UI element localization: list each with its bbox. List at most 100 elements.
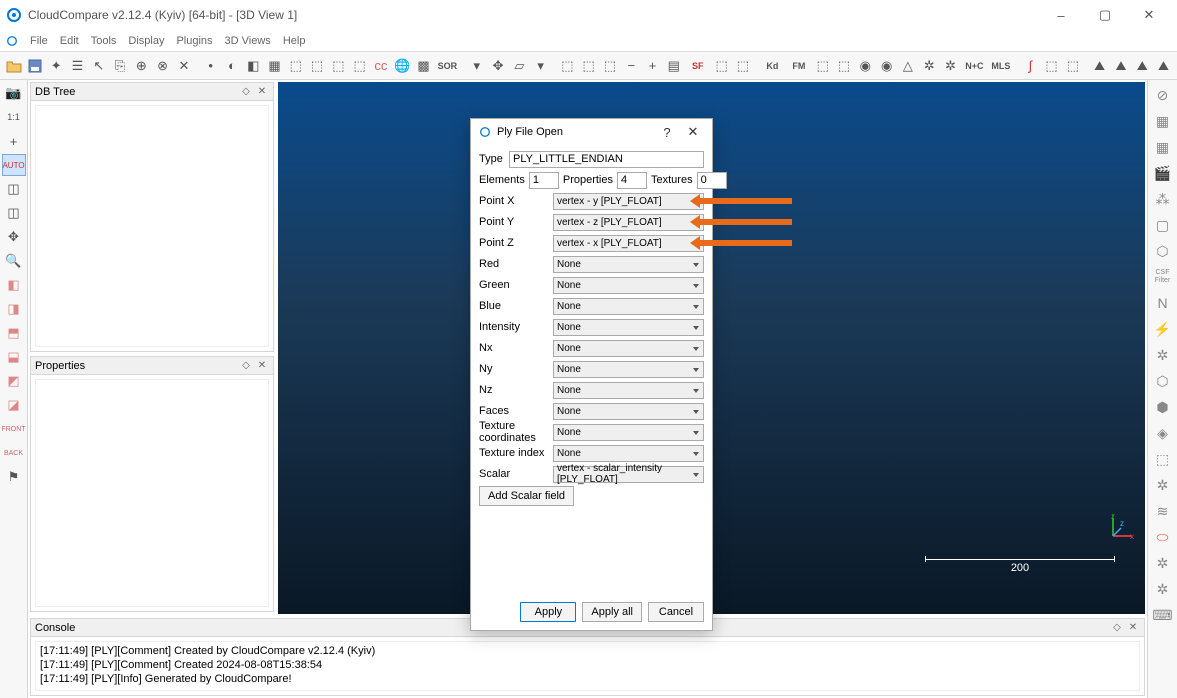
dialog-help-button[interactable]: ? (654, 119, 680, 145)
field-select[interactable]: None (553, 256, 704, 273)
translate-icon[interactable]: ✥ (2, 226, 26, 248)
calc-icon[interactable]: ▤ (664, 55, 683, 77)
nosign-icon[interactable]: ⊘ (1151, 84, 1175, 106)
field-select[interactable]: vertex - z [PLY_FLOAT] (553, 214, 704, 231)
panel-float-icon[interactable]: ◇ (239, 359, 253, 373)
sq-a-icon[interactable]: ▦ (1151, 110, 1175, 132)
move-icon[interactable]: ✥ (488, 55, 507, 77)
sphere-a-icon[interactable]: ◉ (856, 55, 875, 77)
csf-button[interactable]: CSF Filter (1151, 266, 1175, 288)
curve-icon[interactable]: ⬚ (1042, 55, 1061, 77)
field-select[interactable]: None (553, 403, 704, 420)
sf-display-icon[interactable]: ▦ (265, 55, 284, 77)
tool-d-icon[interactable]: ⬚ (350, 55, 369, 77)
terrain-b-icon[interactable]: ⛰ (1111, 55, 1130, 77)
globe-icon[interactable]: 🌐 (393, 55, 412, 77)
side-f-icon[interactable]: ◪ (2, 394, 26, 416)
shield-icon[interactable]: ⬡ (1151, 240, 1175, 262)
bug-b-icon[interactable]: ✲ (1151, 578, 1175, 600)
menu-file[interactable]: File (24, 35, 54, 47)
side-c-icon[interactable]: ⬒ (2, 322, 26, 344)
front-icon[interactable]: FRONT (2, 418, 26, 440)
field-select[interactable]: None (553, 445, 704, 462)
layers-icon[interactable]: ≋ (1151, 500, 1175, 522)
apply-all-button[interactable]: Apply all (582, 602, 642, 622)
path-icon[interactable]: ∫ (1021, 55, 1040, 77)
dialog-close-button[interactable]: ✕ (680, 119, 706, 145)
field-select[interactable]: None (553, 361, 704, 378)
keyboard-icon[interactable]: ⌨ (1151, 604, 1175, 626)
one-to-one-icon[interactable]: 1:1 (2, 106, 26, 128)
class-a-icon[interactable]: ⬚ (712, 55, 731, 77)
tool-icon[interactable]: ✦ (47, 55, 66, 77)
panel-float-icon[interactable]: ◇ (1110, 621, 1124, 635)
sq-c-icon[interactable]: ▢ (1151, 214, 1175, 236)
type-input[interactable] (509, 151, 704, 168)
field-select[interactable]: vertex - scalar_intensity [PLY_FLOAT] (553, 466, 704, 483)
mls-button[interactable]: MLS (989, 55, 1014, 77)
dbtree-body[interactable] (35, 105, 269, 347)
color-icon[interactable]: ◐ (222, 55, 241, 77)
field-select[interactable]: vertex - x [PLY_FLOAT] (553, 235, 704, 252)
field-select[interactable]: None (553, 424, 704, 441)
camera-icon[interactable]: 📷 (2, 82, 26, 104)
maximize-button[interactable]: ▢ (1083, 1, 1127, 29)
subsample-icon[interactable]: ⊗ (153, 55, 172, 77)
point-icon[interactable]: • (201, 55, 220, 77)
tool-r1-icon[interactable]: ⬚ (1151, 448, 1175, 470)
apply-button[interactable]: Apply (520, 602, 576, 622)
gear-b-icon[interactable]: ✲ (941, 55, 960, 77)
arrow-icon[interactable]: ▾ (531, 55, 550, 77)
list-icon[interactable]: ☰ (68, 55, 87, 77)
field-select[interactable]: vertex - y [PLY_FLOAT] (553, 193, 704, 210)
field-select[interactable]: None (553, 319, 704, 336)
properties-body[interactable] (35, 379, 269, 607)
side-e-icon[interactable]: ◩ (2, 370, 26, 392)
chart-icon[interactable]: ⬚ (558, 55, 577, 77)
terrain-c-icon[interactable]: ⛰ (1133, 55, 1152, 77)
sphere-b-icon[interactable]: ◉ (877, 55, 896, 77)
mesh-r-icon[interactable]: ✲ (1151, 344, 1175, 366)
close-button[interactable]: ✕ (1127, 1, 1171, 29)
open-icon[interactable] (4, 55, 23, 77)
bolt-icon[interactable]: ⚡ (1151, 318, 1175, 340)
proj-icon[interactable]: ⬚ (834, 55, 853, 77)
sf-button[interactable]: SF (685, 55, 710, 77)
delete-icon[interactable]: ✕ (174, 55, 193, 77)
zoom-icon[interactable]: 🔍 (2, 250, 26, 272)
add-scalar-button[interactable]: Add Scalar field (479, 486, 574, 506)
ellipse-icon[interactable]: ⬭ (1151, 526, 1175, 548)
console-body[interactable]: [17:11:49] [PLY][Comment] Created by Clo… (35, 641, 1140, 691)
cc-icon[interactable]: cc (371, 55, 390, 77)
panel-float-icon[interactable]: ◇ (239, 85, 253, 99)
pick-icon[interactable]: ↖ (89, 55, 108, 77)
tool-c-icon[interactable]: ⬚ (329, 55, 348, 77)
back-icon[interactable]: BACK (2, 442, 26, 464)
cube-a-icon[interactable]: ◫ (2, 178, 26, 200)
tool-b-icon[interactable]: ⬚ (307, 55, 326, 77)
menu-display[interactable]: Display (122, 35, 170, 47)
seg-icon[interactable]: ⬚ (1063, 55, 1082, 77)
gear-a-icon[interactable]: ✲ (920, 55, 939, 77)
field-select[interactable]: None (553, 340, 704, 357)
auto-icon[interactable]: AUTO (2, 154, 26, 176)
minimize-button[interactable]: – (1039, 1, 1083, 29)
plane-icon[interactable]: ▱ (510, 55, 529, 77)
hist-icon[interactable]: ⬚ (579, 55, 598, 77)
compass-icon[interactable]: N (1151, 292, 1175, 314)
panel-close-icon[interactable]: ✕ (255, 85, 269, 99)
minus-icon[interactable]: − (622, 55, 641, 77)
tool-a-icon[interactable]: ⬚ (286, 55, 305, 77)
terrain-d-icon[interactable]: ⛰ (1154, 55, 1173, 77)
menu-tools[interactable]: Tools (85, 35, 123, 47)
merge-icon[interactable]: ⊕ (132, 55, 151, 77)
menu-help[interactable]: Help (277, 35, 312, 47)
mesh-icon[interactable]: △ (898, 55, 917, 77)
cube-b-icon[interactable]: ◫ (2, 202, 26, 224)
normals-icon[interactable]: ◧ (244, 55, 263, 77)
textures-input[interactable] (697, 172, 727, 189)
film-icon[interactable]: 🎬 (1151, 162, 1175, 184)
crosshair-icon[interactable]: + (2, 130, 26, 152)
reg-icon[interactable]: ⬚ (813, 55, 832, 77)
field-select[interactable]: None (553, 298, 704, 315)
